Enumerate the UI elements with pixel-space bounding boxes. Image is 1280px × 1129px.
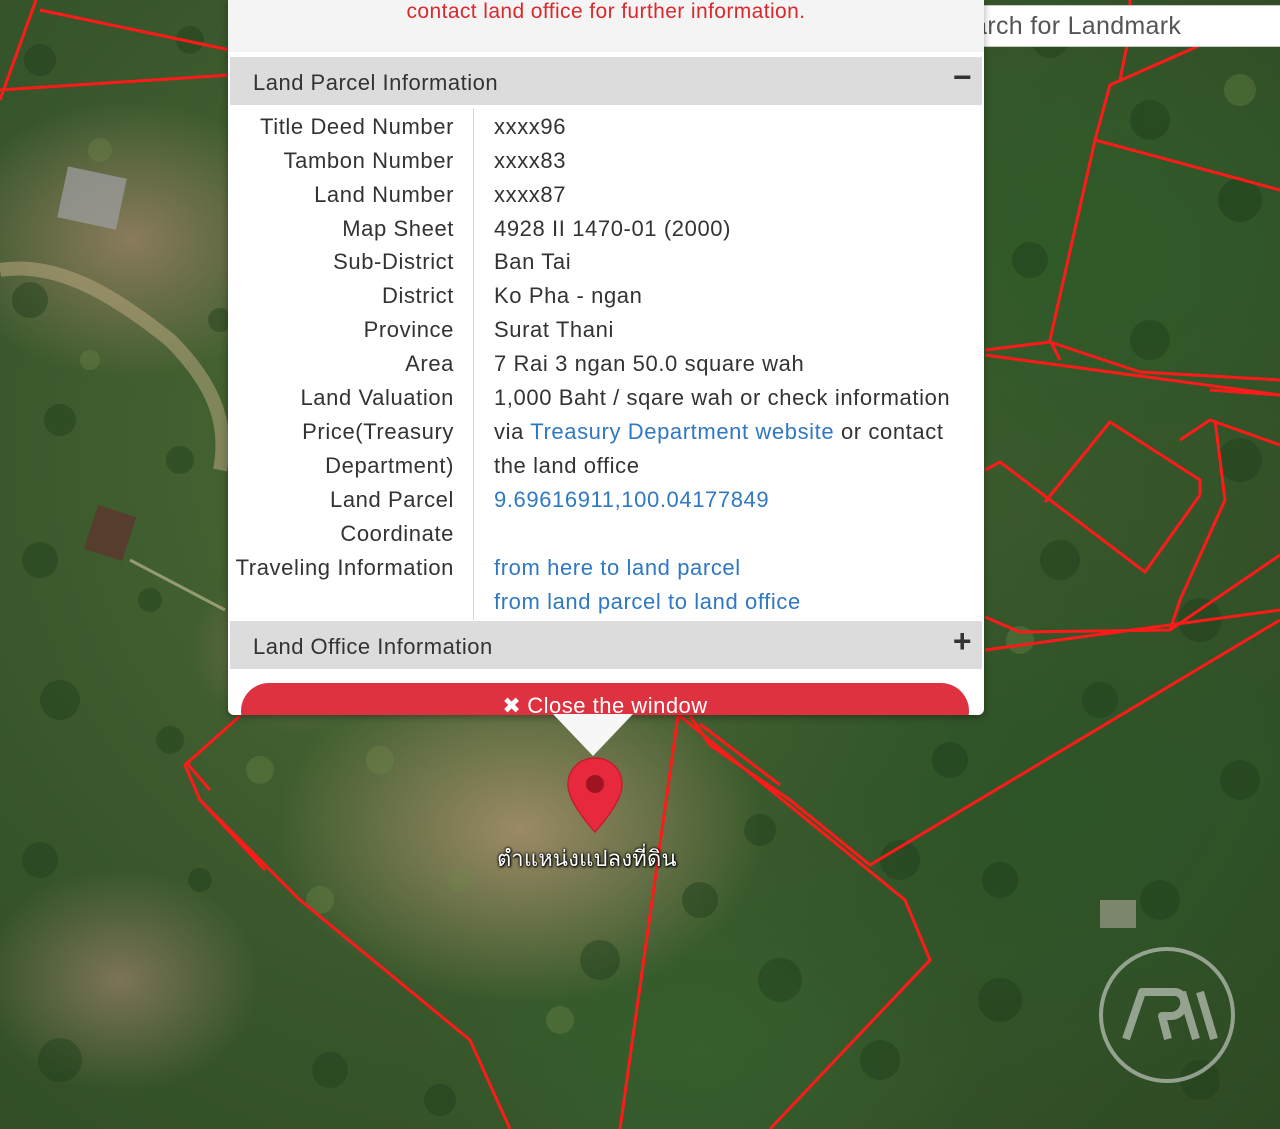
land-parcel-panel-title: Land Parcel Information	[253, 70, 499, 95]
row-value: xxxx83	[494, 148, 567, 173]
land-office-panel-header[interactable]: Land Office Information +	[230, 621, 982, 669]
row-label: Land Valuation	[300, 385, 454, 410]
row-label: District	[381, 283, 454, 308]
valuation-prefix: via	[494, 419, 524, 444]
marker-label: ตำแหน่งแปลงที่ดิน	[497, 847, 677, 872]
row-value: 4928 II 1470-01 (2000)	[494, 216, 732, 241]
map-pin-icon[interactable]	[565, 756, 625, 834]
popup-pointer	[553, 714, 633, 756]
minus-icon[interactable]: −	[953, 59, 972, 96]
close-icon: ✖	[502, 693, 522, 715]
row-label: Sub-District	[333, 249, 454, 274]
row-value: xxxx87	[494, 182, 567, 207]
row-label: Land Parcel	[329, 487, 454, 512]
landmark-search-input[interactable]: Search for Landmark	[937, 5, 1280, 47]
directions-to-office-link[interactable]: from land parcel to land office	[494, 589, 801, 615]
valuation-suffix: or contact	[840, 419, 944, 444]
row-value: Ko Pha - ngan	[494, 283, 643, 308]
row-value: 1,000 Baht / sqare wah or check informat…	[494, 385, 951, 410]
treasury-website-link[interactable]: Treasury Department website	[530, 419, 834, 444]
notice-text: contact land office for further informat…	[406, 0, 806, 23]
watermark-logo	[1099, 947, 1235, 1083]
row-value: the land office	[494, 453, 640, 478]
row-label: Area	[405, 351, 454, 376]
close-window-button[interactable]: ✖ Close the window	[241, 683, 969, 715]
plus-icon[interactable]: +	[953, 623, 972, 660]
row-value: via Treasury Department website or conta…	[494, 419, 944, 445]
row-label: Land Number	[314, 182, 454, 207]
notice-banner: contact land office for further informat…	[228, 0, 984, 52]
column-divider	[473, 108, 474, 620]
row-label: Traveling Information	[235, 555, 454, 580]
row-label: Price(Treasury	[302, 419, 454, 444]
row-value: 7 Rai 3 ngan 50.0 square wah	[494, 351, 805, 376]
row-label: Tambon Number	[283, 148, 454, 173]
row-label: Coordinate	[340, 521, 454, 546]
row-value: xxxx96	[494, 114, 567, 139]
directions-to-parcel-link[interactable]: from here to land parcel	[494, 555, 741, 581]
row-label: Map Sheet	[342, 216, 454, 241]
land-info-popup: contact land office for further informat…	[228, 0, 984, 715]
row-label: Province	[363, 317, 454, 342]
row-value: Surat Thani	[494, 317, 614, 342]
row-label: Department)	[325, 453, 454, 478]
row-value: Ban Tai	[494, 249, 572, 274]
land-parcel-panel-header[interactable]: Land Parcel Information −	[230, 57, 982, 105]
close-button-label: Close the window	[527, 693, 708, 715]
land-office-panel-title: Land Office Information	[253, 634, 493, 659]
row-label: Title Deed Number	[259, 114, 454, 139]
land-parcel-info-table: Title Deed Number xxxx96 Tambon Number x…	[228, 106, 984, 620]
coordinate-link[interactable]: 9.69616911,100.04177849	[494, 487, 769, 513]
